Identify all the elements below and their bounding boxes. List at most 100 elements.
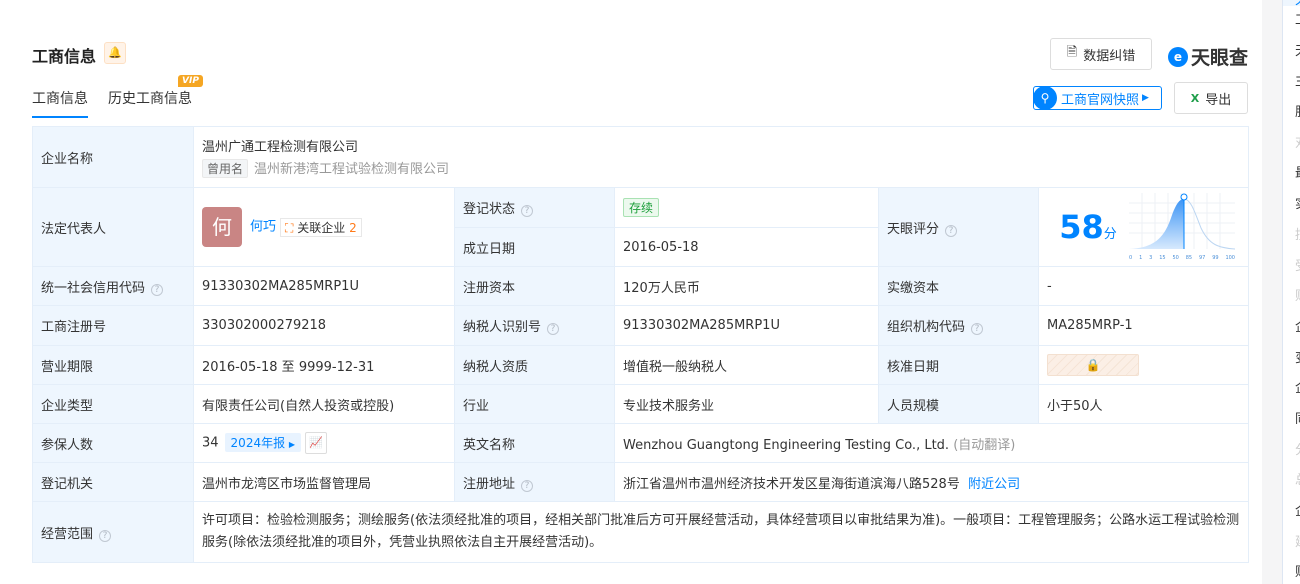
taxpayer-id-label: 纳税人识别号? xyxy=(454,305,615,346)
org-code-label-text: 组织机构代码 xyxy=(887,320,966,335)
reg-capital: 120万人民币 xyxy=(614,266,879,306)
score-label-text: 天眼评分 xyxy=(887,221,940,237)
status-label-text: 登记状态 xyxy=(463,202,516,217)
taxpayer-id-label-text: 纳税人识别号 xyxy=(463,320,542,335)
data-correction-button[interactable]: 🗎 数据纠错 xyxy=(1050,38,1152,70)
trend-chart-icon[interactable]: 📈 xyxy=(305,432,328,454)
former-name: 温州新港湾工程试验检测有限公司 xyxy=(254,162,450,177)
nearby-companies-link[interactable]: 附近公司 xyxy=(968,477,1020,492)
term-label: 营业期限 xyxy=(32,345,194,385)
help-icon[interactable]: ? xyxy=(971,323,984,335)
authority: 温州市龙湾区市场监督管理局 xyxy=(193,462,455,502)
status-badge: 存续 xyxy=(623,198,660,217)
axis-tick: 0 xyxy=(1129,255,1133,261)
approval-date-label: 核准日期 xyxy=(878,345,1039,385)
help-icon[interactable]: ? xyxy=(547,323,560,335)
nav-item[interactable]: 企 xyxy=(1283,374,1300,405)
business-info-table: 企业名称 温州广通工程检测有限公司 曾用名 温州新港湾工程试验检测有限公司 法定代… xyxy=(32,126,1250,563)
nav-item[interactable]: 财 xyxy=(1283,282,1300,313)
snapshot-label: 工商官网快照 xyxy=(1061,92,1140,108)
nav-item[interactable]: 分 xyxy=(1283,436,1300,467)
status-label: 登记状态? xyxy=(454,187,615,228)
related-label: 关联企业 xyxy=(297,220,346,235)
stamp-icon: ⚲ xyxy=(1033,86,1057,110)
founded-label: 成立日期 xyxy=(454,227,615,267)
business-scope: 许可项目：检验检测服务；测绘服务(依法须经批准的项目，经相关部门批准后方可开展经… xyxy=(192,501,1250,563)
nav-item[interactable]: 企 xyxy=(1283,497,1300,528)
scope-label-text: 经营范围 xyxy=(41,526,94,542)
help-icon[interactable]: ? xyxy=(521,479,534,492)
export-label: 导出 xyxy=(1205,92,1232,108)
caret-right-icon: ▶ xyxy=(1142,93,1149,103)
caret-right-icon: ▶ xyxy=(288,439,296,449)
help-icon[interactable]: ? xyxy=(99,529,112,542)
taxpayer-id: 91330302MA285MRP1U xyxy=(614,305,879,346)
company-type: 有限责任公司(自然人投资或控股) xyxy=(193,384,455,424)
industry: 专业技术服务业 xyxy=(614,384,879,424)
nav-item[interactable]: 主 xyxy=(1283,67,1300,98)
english-name-label: 英文名称 xyxy=(454,423,615,463)
nav-item[interactable]: 企 xyxy=(1283,313,1300,344)
lock-icon[interactable]: 🔒 xyxy=(1047,354,1139,376)
annual-report-link[interactable]: 2024年报 ▶ xyxy=(224,432,302,452)
approval-date-cell: 🔒 xyxy=(1037,345,1250,385)
nav-item[interactable]: 工 xyxy=(1283,6,1300,37)
avatar[interactable]: 何 xyxy=(202,207,242,247)
help-icon[interactable]: ? xyxy=(945,224,958,237)
score-distribution-chart[interactable]: 0 1 3 15 50 85 97 99 100 xyxy=(1129,193,1236,261)
address-label: 注册地址? xyxy=(454,462,615,502)
document-icon: 🗎 xyxy=(1066,45,1078,60)
nav-item[interactable]: 股 xyxy=(1283,98,1300,129)
logo-icon: e xyxy=(1168,46,1188,67)
taxpayer-type: 增值税一般纳税人 xyxy=(614,345,879,385)
nav-item[interactable]: 同 xyxy=(1283,405,1300,436)
company-name-label: 企业名称 xyxy=(32,126,194,188)
term: 2016-05-18 至 9999-12-31 xyxy=(193,345,455,385)
former-name-tag: 曾用名 xyxy=(202,159,249,178)
company-type-label: 企业类型 xyxy=(32,384,194,424)
official-snapshot-button[interactable]: ⚲ 工商官网快照 ▶ xyxy=(1033,86,1162,110)
axis-tick: 97 xyxy=(1198,255,1206,261)
status-cell: 存续 xyxy=(614,187,879,228)
tab-history-business-info[interactable]: 历史工商信息 xyxy=(108,88,192,108)
bell-icon[interactable]: 🔔 xyxy=(104,42,126,64)
paid-capital-label: 实缴资本 xyxy=(878,266,1039,306)
nav-item[interactable]: 财 xyxy=(1283,558,1300,584)
score-value: 58 xyxy=(1059,208,1104,246)
nav-item[interactable]: 对 xyxy=(1283,129,1300,160)
auto-translate-note: (自动翻译) xyxy=(953,437,1016,453)
axis-tick: 100 xyxy=(1225,255,1235,261)
nav-item[interactable]: 最 xyxy=(1283,159,1300,190)
vip-badge: VIP xyxy=(178,75,203,87)
company-name: 温州广通工程检测有限公司 xyxy=(202,140,359,155)
address: 浙江省温州市温州经济技术开发区星海街道滨海八路528号 xyxy=(623,476,960,492)
nav-item[interactable]: 变 xyxy=(1283,344,1300,375)
section-nav-sidebar: 天 工 天 主 股 对 最 实 控 受 财 企 变 企 同 分 总 企 建 财 xyxy=(1282,0,1300,584)
address-cell: 浙江省温州市温州经济技术开发区星海街道滨海八路528号 附近公司 xyxy=(613,462,1250,502)
export-button[interactable]: X 导出 xyxy=(1174,82,1248,114)
org-code-label: 组织机构代码? xyxy=(878,305,1039,346)
address-label-text: 注册地址 xyxy=(463,476,516,492)
section-title: 工商信息 xyxy=(32,47,97,66)
related-companies-button[interactable]: ⛶ 关联企业 2 xyxy=(280,217,362,237)
scope-label: 经营范围? xyxy=(32,501,194,563)
data-correction-label: 数据纠错 xyxy=(1083,48,1136,64)
taxpayer-type-label: 纳税人资质 xyxy=(454,345,615,385)
legal-rep-cell: 何何巧 ⛶ 关联企业 2 xyxy=(193,187,455,267)
help-icon[interactable]: ? xyxy=(521,205,534,217)
axis-tick: 85 xyxy=(1185,255,1193,261)
help-icon[interactable]: ? xyxy=(151,283,164,296)
nav-item[interactable]: 天 xyxy=(1283,37,1300,68)
nav-item[interactable]: 控 xyxy=(1283,221,1300,252)
logo-text: 天眼查 xyxy=(1191,47,1249,69)
nav-item[interactable]: 总 xyxy=(1283,466,1300,497)
staff-label: 人员规模 xyxy=(878,384,1039,424)
nav-item[interactable]: 建 xyxy=(1283,528,1300,559)
nav-item[interactable]: 受 xyxy=(1283,252,1300,283)
nav-item[interactable]: 实 xyxy=(1283,190,1300,221)
insured-cell: 34 2024年报 ▶ 📈 xyxy=(193,423,455,463)
legal-rep-link[interactable]: 何巧 xyxy=(250,220,276,235)
paid-capital: - xyxy=(1037,266,1250,306)
annual-report-label: 2024年报 xyxy=(230,435,286,450)
tab-business-info[interactable]: 工商信息 xyxy=(32,88,88,118)
